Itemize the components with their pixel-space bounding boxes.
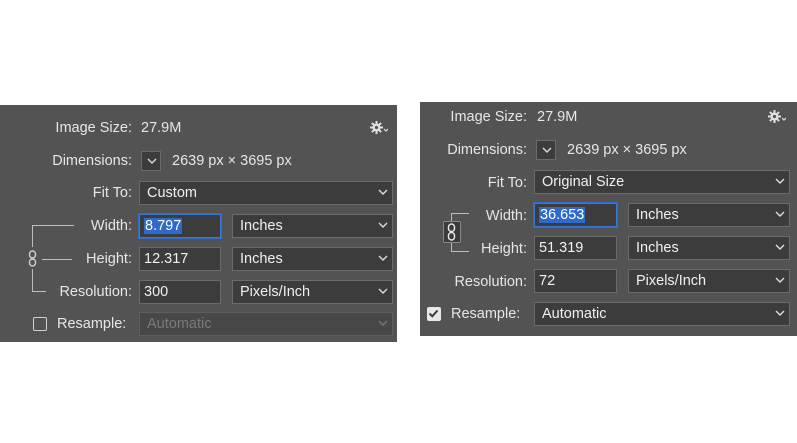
height-value: 51.319 bbox=[539, 240, 584, 256]
resample-checkbox[interactable] bbox=[427, 307, 441, 321]
image-size-dialog-left: Image Size: 27.9M Dimensions: 2639 px × … bbox=[0, 105, 397, 342]
chain-link-icon[interactable] bbox=[28, 250, 38, 272]
resolution-value: 300 bbox=[144, 284, 169, 300]
chevron-down-icon bbox=[775, 178, 785, 185]
dimensions-unit-toggle[interactable] bbox=[141, 151, 161, 171]
constrain-bracket-top bbox=[451, 213, 469, 214]
height-unit-dropdown[interactable]: Inches bbox=[232, 247, 393, 271]
height-input[interactable]: 51.319 bbox=[534, 236, 617, 260]
dimensions-label: Dimensions: bbox=[447, 142, 527, 158]
constrain-bracket-bottom bbox=[451, 251, 469, 252]
resample-value: Automatic bbox=[542, 306, 607, 322]
resolution-value: 72 bbox=[539, 273, 556, 289]
chevron-down-icon bbox=[542, 147, 552, 154]
constrain-bracket-upper bbox=[32, 225, 33, 247]
resample-label: Resample: bbox=[451, 306, 521, 322]
chevron-down-icon bbox=[775, 211, 785, 218]
resample-value: Automatic bbox=[147, 316, 212, 332]
height-value: 12.317 bbox=[144, 251, 189, 267]
image-size-value: 27.9M bbox=[537, 109, 578, 125]
chevron-down-icon bbox=[378, 288, 388, 295]
resolution-unit-value: Pixels/Inch bbox=[636, 273, 707, 289]
dimensions-label: Dimensions: bbox=[52, 153, 132, 169]
image-size-value: 27.9M bbox=[141, 120, 182, 136]
chain-link-icon[interactable] bbox=[443, 221, 461, 243]
chevron-down-icon bbox=[378, 189, 388, 196]
width-label: Width: bbox=[90, 218, 132, 234]
height-input[interactable]: 12.317 bbox=[139, 247, 221, 271]
chevron-down-icon bbox=[775, 310, 785, 317]
gear-icon[interactable] bbox=[768, 110, 787, 124]
fit-to-label: Fit To: bbox=[487, 175, 527, 191]
width-unit-dropdown[interactable]: Inches bbox=[232, 214, 393, 238]
fit-to-value: Original Size bbox=[542, 174, 625, 190]
fit-to-dropdown[interactable]: Custom bbox=[139, 181, 393, 205]
width-unit-value: Inches bbox=[240, 218, 283, 234]
width-unit-dropdown[interactable]: Inches bbox=[628, 203, 790, 227]
resample-dropdown[interactable]: Automatic bbox=[534, 302, 790, 326]
resolution-input[interactable]: 72 bbox=[534, 269, 617, 293]
constrain-bracket-mid bbox=[42, 259, 72, 260]
fit-to-label: Fit To: bbox=[92, 185, 132, 201]
chevron-down-icon bbox=[378, 320, 388, 327]
image-size-dialog-right: Image Size: 27.9M Dimensions: 2639 px × … bbox=[420, 102, 797, 336]
chevron-down-icon bbox=[775, 277, 785, 284]
constrain-bracket-lower bbox=[451, 242, 452, 251]
height-unit-dropdown[interactable]: Inches bbox=[628, 236, 790, 260]
fit-to-dropdown[interactable]: Original Size bbox=[534, 170, 790, 194]
gear-icon[interactable] bbox=[370, 121, 389, 135]
dimensions-value: 2639 px × 3695 px bbox=[567, 142, 687, 158]
height-unit-value: Inches bbox=[636, 240, 679, 256]
dimensions-value: 2639 px × 3695 px bbox=[172, 153, 292, 169]
chevron-down-icon bbox=[378, 255, 388, 262]
resolution-label: Resolution: bbox=[59, 284, 132, 300]
constrain-bracket-bottom bbox=[32, 291, 46, 292]
checkmark-icon bbox=[428, 309, 439, 318]
chevron-down-icon bbox=[775, 244, 785, 251]
resolution-label: Resolution: bbox=[454, 274, 527, 290]
image-size-label: Image Size: bbox=[450, 109, 527, 125]
height-unit-value: Inches bbox=[240, 251, 283, 267]
width-input[interactable]: 8.797 bbox=[139, 214, 221, 238]
fit-to-value: Custom bbox=[147, 185, 197, 201]
chevron-down-icon bbox=[378, 222, 388, 229]
resolution-unit-dropdown[interactable]: Pixels/Inch bbox=[232, 280, 393, 304]
width-label: Width: bbox=[485, 208, 527, 224]
dimensions-unit-toggle[interactable] bbox=[536, 140, 556, 160]
resample-label: Resample: bbox=[57, 316, 127, 332]
width-input[interactable]: 36.653 bbox=[534, 203, 617, 227]
image-size-label: Image Size: bbox=[55, 120, 132, 136]
constrain-bracket-top bbox=[32, 225, 74, 226]
height-label: Height: bbox=[481, 241, 527, 257]
chevron-down-icon bbox=[147, 158, 157, 165]
resample-dropdown[interactable]: Automatic bbox=[139, 312, 393, 336]
constrain-bracket-lower bbox=[32, 269, 33, 291]
resolution-input[interactable]: 300 bbox=[139, 280, 221, 304]
width-value: 36.653 bbox=[539, 207, 586, 223]
resolution-unit-value: Pixels/Inch bbox=[240, 284, 311, 300]
resolution-unit-dropdown[interactable]: Pixels/Inch bbox=[628, 269, 790, 293]
width-value: 8.797 bbox=[144, 218, 183, 234]
height-label: Height: bbox=[86, 251, 132, 267]
resample-checkbox[interactable] bbox=[33, 317, 47, 331]
width-unit-value: Inches bbox=[636, 207, 679, 223]
